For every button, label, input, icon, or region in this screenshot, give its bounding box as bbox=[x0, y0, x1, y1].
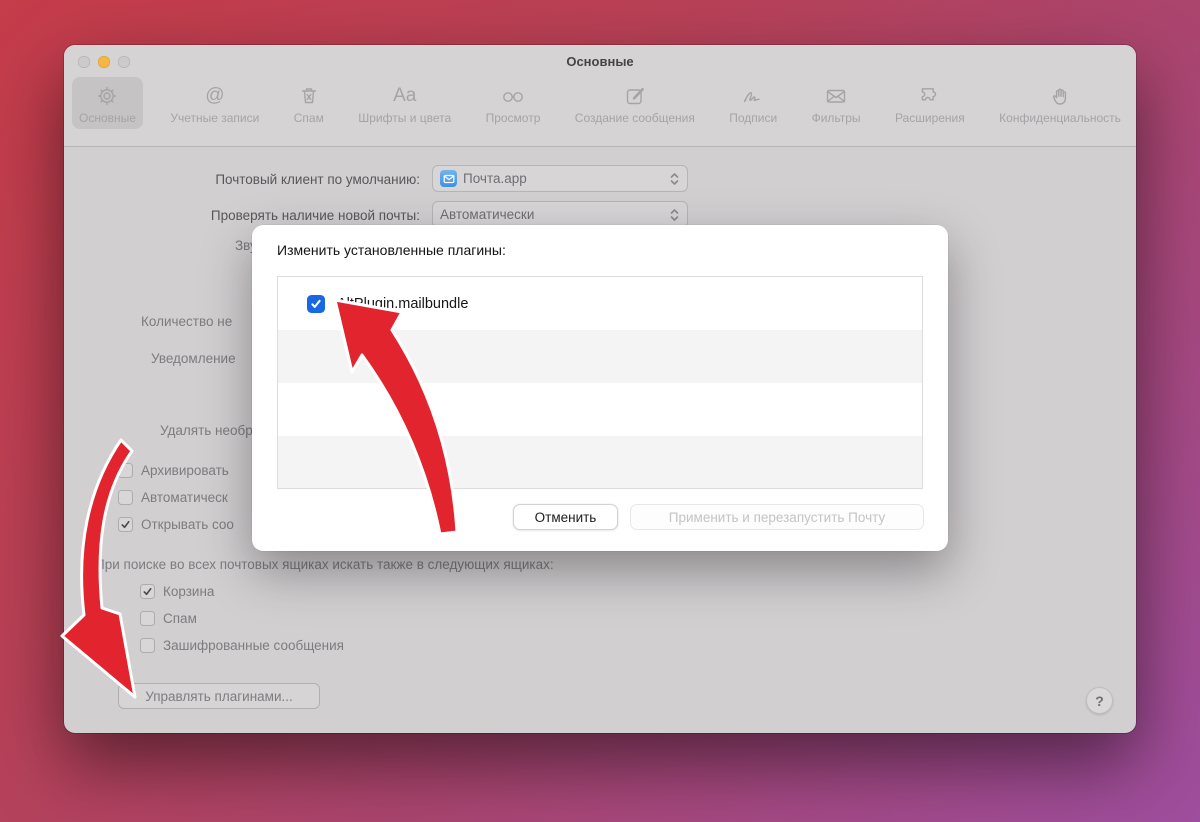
tab-signatures[interactable]: Подписи bbox=[722, 77, 784, 129]
checkbox-label: Архивировать bbox=[141, 463, 229, 478]
tab-label: Просмотр bbox=[485, 111, 541, 125]
tab-label: Создание сообщения bbox=[574, 111, 695, 125]
gear-icon bbox=[95, 82, 119, 109]
checkbox-icon bbox=[118, 517, 133, 532]
tab-label: Шрифты и цвета bbox=[358, 111, 452, 125]
help-button[interactable]: ? bbox=[1086, 687, 1113, 714]
chevron-up-down-icon bbox=[669, 171, 680, 187]
checkbox-icon bbox=[140, 638, 155, 653]
tab-label: Учетные записи bbox=[170, 111, 260, 125]
checkbox-encrypted[interactable]: Зашифрованные сообщения bbox=[140, 638, 344, 653]
checkbox-archive[interactable]: Архивировать bbox=[118, 463, 229, 478]
compose-icon bbox=[623, 82, 647, 109]
erase-deleted-label: Удалять необр bbox=[160, 423, 253, 438]
tab-accounts[interactable]: @ Учетные записи bbox=[163, 77, 266, 129]
tab-label: Фильтры bbox=[811, 111, 861, 125]
checkbox-trash[interactable]: Корзина bbox=[140, 584, 214, 599]
checkbox-label: Открывать соо bbox=[141, 517, 234, 532]
notification-label: Уведомление bbox=[151, 351, 236, 366]
tab-rules[interactable]: Фильтры bbox=[805, 77, 868, 129]
checkbox-label: Зашифрованные сообщения bbox=[163, 638, 344, 653]
checkbox-label: Спам bbox=[163, 611, 197, 626]
empty-row bbox=[278, 383, 922, 436]
manage-plugins-dialog: Изменить установленные плагины: AltPlugi… bbox=[252, 225, 948, 551]
cancel-button[interactable]: Отменить bbox=[513, 504, 618, 530]
manage-plugins-button[interactable]: Управлять плагинами... bbox=[118, 683, 320, 709]
signature-icon bbox=[740, 82, 766, 109]
tab-viewing[interactable]: Просмотр bbox=[479, 77, 548, 129]
plugins-list: AltPlugin.mailbundle bbox=[277, 276, 923, 489]
window-chrome: Основные Основные @ Учетные записи Спам … bbox=[64, 45, 1136, 147]
checkbox-automatically[interactable]: Автоматическ bbox=[118, 490, 228, 505]
checkbox-label: Корзина bbox=[163, 584, 215, 599]
envelope-rules-icon bbox=[823, 82, 849, 109]
at-icon: @ bbox=[205, 85, 225, 106]
preferences-toolbar: Основные @ Учетные записи Спам Aa Шрифты… bbox=[72, 77, 1128, 129]
checkbox-open-messages[interactable]: Открывать соо bbox=[118, 517, 234, 532]
fonts-icon: Aa bbox=[393, 85, 417, 106]
apply-restart-button: Применить и перезапустить Почту bbox=[630, 504, 924, 530]
tab-privacy[interactable]: Конфиденциальность bbox=[992, 77, 1128, 129]
hand-icon bbox=[1048, 82, 1072, 109]
puzzle-icon bbox=[918, 82, 942, 109]
default-client-popup[interactable]: Почта.app bbox=[432, 165, 688, 192]
tab-composing[interactable]: Создание сообщения bbox=[568, 77, 702, 129]
check-mail-popup[interactable]: Автоматически bbox=[432, 201, 688, 228]
check-mail-label: Проверять наличие новой почты: bbox=[210, 208, 420, 223]
junk-trash-icon bbox=[297, 82, 321, 109]
checkbox-junk[interactable]: Спам bbox=[140, 611, 197, 626]
plugin-name: AltPlugin.mailbundle bbox=[337, 295, 469, 312]
dialog-title: Изменить установленные плагины: bbox=[277, 242, 506, 258]
empty-row bbox=[278, 330, 922, 383]
unread-count-label: Количество не bbox=[141, 314, 233, 329]
tab-extensions[interactable]: Расширения bbox=[888, 77, 972, 129]
tab-label: Расширения bbox=[894, 111, 965, 125]
plugin-row[interactable]: AltPlugin.mailbundle bbox=[278, 277, 922, 330]
tab-label: Спам bbox=[293, 111, 324, 125]
search-section-label: При поиске во всех почтовых ящиках искат… bbox=[95, 557, 554, 572]
desktop-background: Основные Основные @ Учетные записи Спам … bbox=[0, 0, 1200, 822]
default-client-label: Почтовый клиент по умолчанию: bbox=[215, 172, 420, 187]
checkbox-label: Автоматическ bbox=[141, 490, 228, 505]
tab-fonts-colors[interactable]: Aa Шрифты и цвета bbox=[351, 77, 458, 129]
checkbox-icon bbox=[140, 611, 155, 626]
tab-junk[interactable]: Спам bbox=[287, 77, 331, 129]
popup-value: Автоматически bbox=[440, 207, 535, 222]
checkbox-icon bbox=[118, 490, 133, 505]
empty-row bbox=[278, 436, 922, 488]
tab-label: Подписи bbox=[729, 111, 778, 125]
tab-label: Основные bbox=[79, 111, 136, 125]
popup-value: Почта.app bbox=[463, 171, 527, 186]
tab-general[interactable]: Основные bbox=[72, 77, 143, 129]
chevron-up-down-icon bbox=[669, 207, 680, 223]
checkbox-icon bbox=[118, 463, 133, 478]
window-title: Основные bbox=[566, 54, 634, 69]
checkbox-icon bbox=[140, 584, 155, 599]
mail-app-icon bbox=[440, 170, 457, 187]
tab-label: Конфиденциальность bbox=[999, 111, 1121, 125]
glasses-icon bbox=[500, 82, 526, 109]
checkbox-checked-icon[interactable] bbox=[307, 294, 325, 313]
